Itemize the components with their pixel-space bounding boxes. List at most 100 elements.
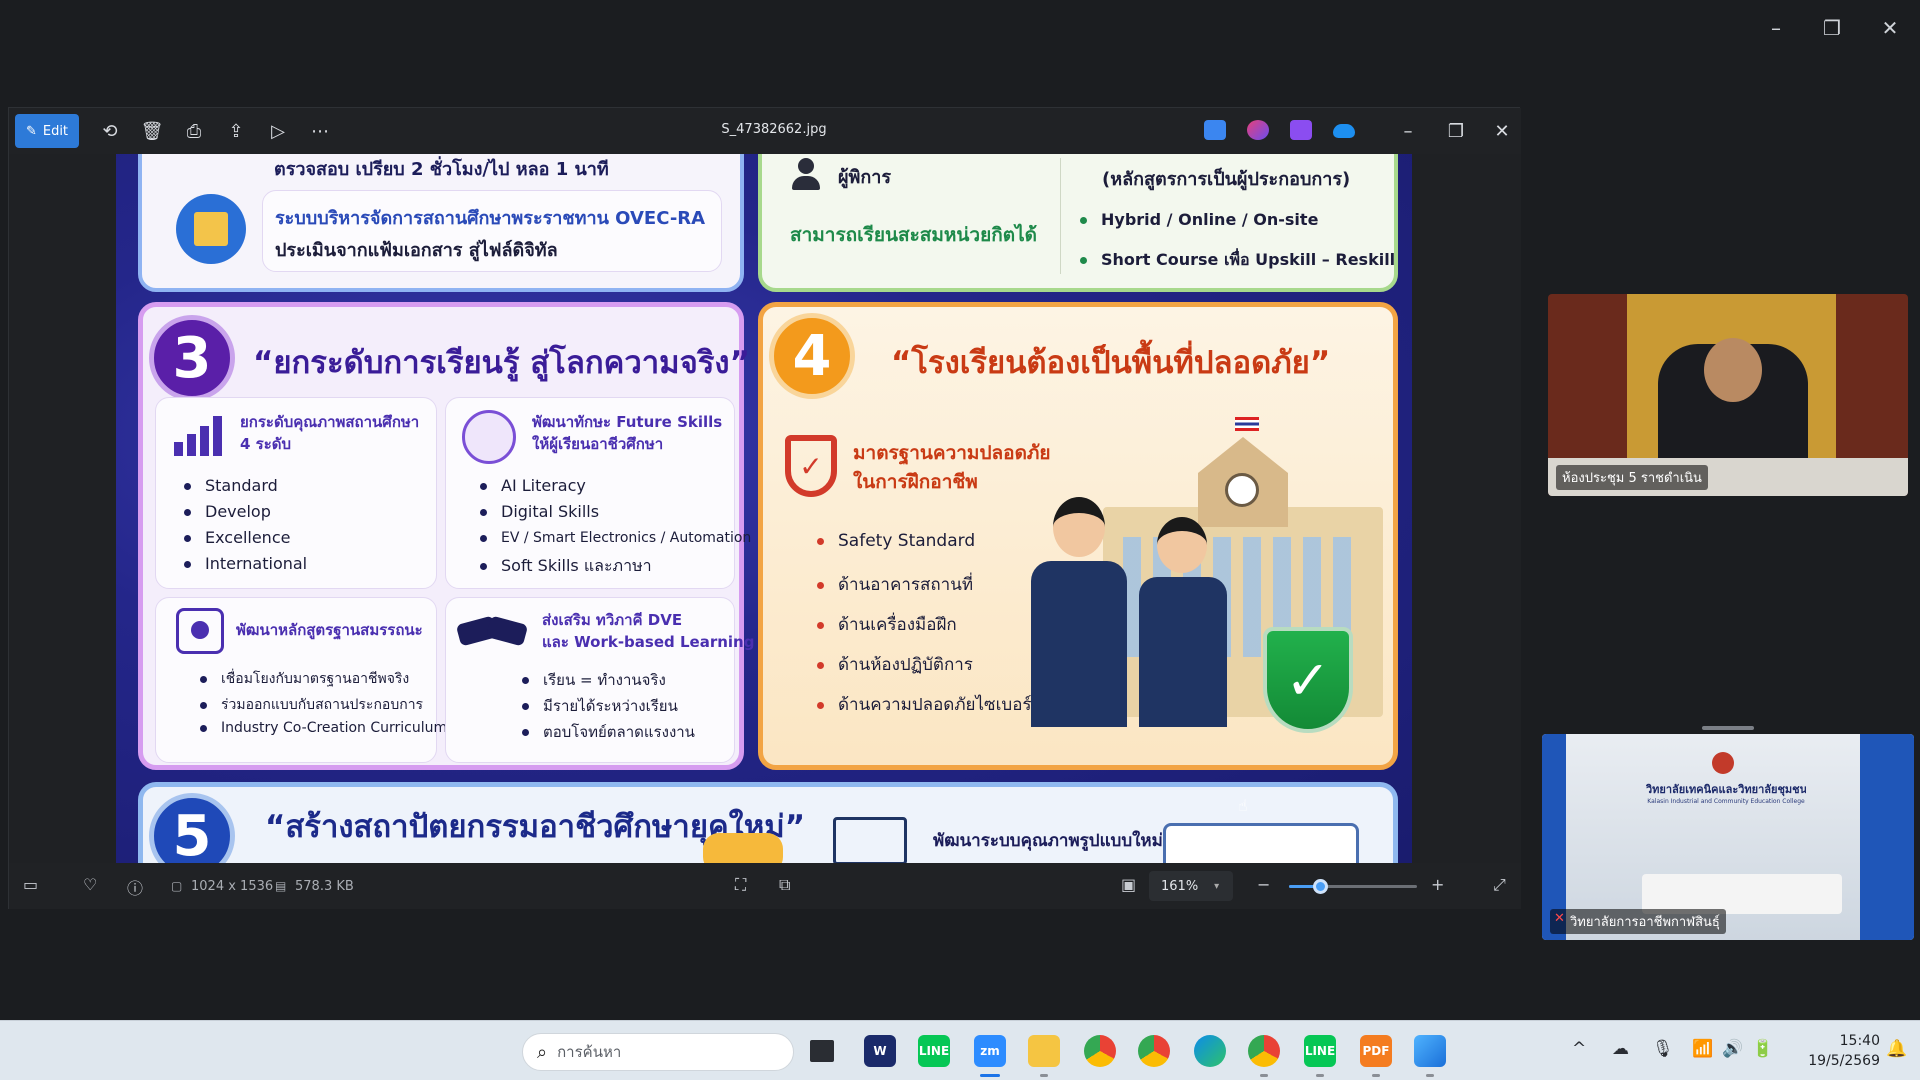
share-button[interactable]: ⇪ (219, 116, 253, 146)
chrome-icon[interactable] (1084, 1035, 1116, 1067)
handshake-icon (455, 612, 529, 652)
viewer-minimize-button[interactable]: – (1391, 116, 1425, 146)
filmstrip-icon[interactable]: ▭ (23, 875, 38, 894)
chrome-third-icon[interactable] (1248, 1035, 1280, 1067)
edit-button[interactable]: ✎ Edit (15, 114, 79, 148)
section-3-card-c: พัฒนาหลักสูตรฐานสมรรถนะ เชื่อมโยงกับมาตร… (155, 597, 447, 763)
viewer-titlebar: ✎ Edit ⟲ 🗑 ⎙ ⇪ ▷ ⋯ S_47382662.jpg – ❐ ✕ (9, 108, 1521, 154)
clipchamp-icon[interactable] (1247, 120, 1269, 140)
taskbar-clock[interactable]: 15:40 19/5/2569 (1790, 1031, 1880, 1071)
info-icon[interactable]: ⓘ (127, 875, 143, 899)
fullscreen-icon[interactable]: ⤢ (1493, 875, 1506, 895)
person-icon (792, 158, 820, 190)
viewer-maximize-button[interactable]: ❐ (1439, 116, 1473, 146)
line-second-icon[interactable]: LINE (1304, 1035, 1336, 1067)
outer-close-button[interactable]: ✕ (1870, 14, 1910, 42)
wifi-icon[interactable]: 📶 (1692, 1039, 1713, 1059)
ovec-title: ระบบบริหารจัดการสถานศึกษาพระราชทาน OVEC-… (275, 208, 706, 229)
webex-icon[interactable]: W (864, 1035, 896, 1067)
mic-location-icon[interactable]: 🎙 (1652, 1039, 1674, 1059)
photos-icon[interactable] (1414, 1035, 1446, 1067)
volume-icon[interactable]: 🔊 (1722, 1039, 1743, 1059)
onedrive-icon[interactable] (1333, 124, 1355, 138)
ovec-desc: ประเมินจากแฟ้มเอกสาร สู่ไฟล์ดิจิทัล (275, 240, 558, 261)
top-left-card: ตรวจสอบ เปรียบ 2 ชั่วโมง/ไป หลอ 1 นาที ร… (138, 154, 744, 292)
chevron-up-icon[interactable]: ^ (1572, 1039, 1586, 1059)
task-view-icon[interactable] (810, 1040, 834, 1062)
outer-restore-button[interactable]: ❐ (1812, 14, 1852, 42)
notification-bell-icon[interactable]: 🔔 (1886, 1039, 1907, 1059)
clipchamp-studio-icon[interactable] (1290, 120, 1312, 140)
line-icon[interactable]: LINE (918, 1035, 950, 1067)
file-size-icon: ▤ (275, 879, 287, 893)
section-3-card-a: ยกระดับคุณภาพสถานศึกษา 4 ระดับ Standard … (155, 397, 437, 589)
visual-search-icon[interactable]: ⧉ (779, 875, 790, 895)
clock-date: 19/5/2569 (1808, 1053, 1880, 1069)
card-d-item-3: ตอบโจทย์ตลาดแรงงาน (522, 720, 695, 744)
chart-growth-icon (174, 414, 222, 456)
section-4-card: 4 “โรงเรียนต้องเป็นพื้นที่ปลอดภัย” ✓ มาต… (758, 302, 1398, 770)
zoom-icon[interactable]: zm (974, 1035, 1006, 1067)
card-d-head: ส่งเสริม ทวิภาคี DVE และ Work-based Lear… (542, 611, 755, 651)
participant-1-label: ห้องประชุม 5 ราชดำเนิน (1556, 465, 1708, 490)
file-explorer-icon[interactable] (1028, 1035, 1060, 1067)
poster-image: ตรวจสอบ เปรียบ 2 ชั่วโมง/ไป หลอ 1 นาที ร… (116, 154, 1412, 863)
participant-tile-1[interactable]: ห้องประชุม 5 ราชดำเนิน (1548, 294, 1908, 496)
onedrive-tray-icon[interactable]: ☁ (1612, 1039, 1629, 1059)
safety-item-2: ด้านอาคารสถานที่ (817, 571, 973, 598)
divider (1060, 158, 1061, 274)
section-5-card: 5 “สร้างสถาปัตยกรรมอาชีวศึกษายุคใหม่” พั… (138, 782, 1398, 863)
card-c-head: พัฒนาหลักสูตรฐานสมรรถนะ (236, 621, 423, 639)
card-b-item-4: Soft Skills และภาษา (480, 554, 652, 579)
card-b-item-3: EV / Smart Electronics / Automation (480, 530, 751, 546)
scan-icon[interactable]: ⛶ (735, 875, 746, 895)
rotate-button[interactable]: ⟲ (93, 116, 127, 146)
college-banner-sub: Kalasin Industrial and Community Educati… (1647, 798, 1805, 805)
edge-icon[interactable] (1194, 1035, 1226, 1067)
delete-button[interactable]: 🗑 (135, 116, 169, 146)
curtain-right (1860, 734, 1914, 940)
edit-icon: ✎ (25, 123, 37, 139)
image-canvas[interactable]: ตรวจสอบ เปรียบ 2 ชั่วโมง/ไป หลอ 1 นาที ร… (9, 154, 1521, 863)
favorite-icon[interactable]: ♡ (83, 875, 97, 894)
chrome-third-indicator (1260, 1074, 1268, 1077)
search-icon: ⌕ (537, 1041, 548, 1063)
zoom-slider[interactable] (1289, 879, 1417, 894)
image-dimensions: 1024 x 1536 (191, 879, 274, 894)
more-button[interactable]: ⋯ (303, 116, 337, 146)
line-second-indicator (1316, 1074, 1324, 1077)
pdf-icon[interactable]: PDF (1360, 1035, 1392, 1067)
windows-start-icon[interactable] (474, 1035, 506, 1067)
card-a-item-4: International (184, 554, 307, 573)
section-3-number: 3 (149, 315, 235, 401)
safety-head: มาตรฐานความปลอดภัย ในการฝึกอาชีพ (853, 442, 1051, 494)
top-right-bullet-2: Short Course เพื่อ Upskill – Reskill (1080, 248, 1395, 273)
participant-tile-2[interactable]: วิทยาลัยเทคนิคและวิทยาลัยชุมชน Kalasin I… (1542, 734, 1914, 940)
zoom-out-icon[interactable]: − (1257, 875, 1270, 894)
designer-icon[interactable] (1204, 120, 1226, 140)
fit-window-icon[interactable]: ▣ (1121, 875, 1136, 894)
section-4-number: 4 (769, 313, 855, 399)
print-button[interactable]: ⎙ (177, 116, 211, 146)
battery-icon[interactable]: 🔋 (1752, 1039, 1773, 1059)
zoom-slider-thumb[interactable] (1312, 879, 1328, 894)
section-3-title: “ยกระดับการเรียนรู้ สู่โลกความจริง” (253, 345, 750, 381)
photo-viewer-window: ✎ Edit ⟲ 🗑 ⎙ ⇪ ▷ ⋯ S_47382662.jpg – ❐ ✕ … (8, 107, 1521, 909)
tile-drag-handle[interactable] (1702, 726, 1754, 730)
card-d-item-1: เรียน = ทำงานจริง (522, 668, 666, 692)
viewer-close-button[interactable]: ✕ (1485, 116, 1519, 146)
section-3-card-b: พัฒนาทักษะ Future Skills ให้ผู้เรียนอาชี… (445, 397, 751, 589)
card-a-item-3: Excellence (184, 528, 290, 547)
card-a-item-1: Standard (184, 476, 278, 495)
growth-chart-icon (833, 817, 907, 863)
zoom-level-dropdown[interactable]: 161% ▾ (1149, 871, 1233, 901)
zoom-in-icon[interactable]: + (1431, 875, 1444, 894)
file-size: 578.3 KB (295, 879, 354, 894)
college-banner: วิทยาลัยเทคนิคและวิทยาลัยชุมชน (1646, 783, 1806, 796)
slideshow-button[interactable]: ▷ (261, 116, 295, 146)
taskbar-search[interactable]: ⌕ การค้นหา (522, 1033, 794, 1071)
chrome-profile-icon[interactable] (1138, 1035, 1170, 1067)
card-a-item-2: Develop (184, 502, 271, 521)
card-b-item-2: Digital Skills (480, 502, 599, 521)
outer-minimize-button[interactable]: – (1756, 14, 1796, 42)
